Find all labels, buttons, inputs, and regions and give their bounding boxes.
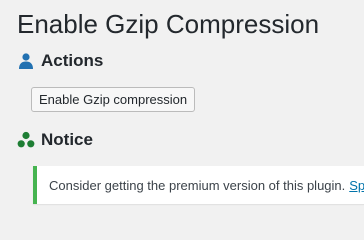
notice-heading: Notice — [17, 130, 93, 150]
notice-link[interactable]: Sp — [349, 178, 364, 193]
enable-gzip-button[interactable]: Enable Gzip compression — [31, 87, 196, 112]
notice-message: Consider getting the premium version of … — [49, 177, 346, 193]
actions-heading: Actions — [17, 51, 103, 71]
group-icon — [17, 131, 35, 149]
notice-heading-label: Notice — [41, 130, 93, 149]
actions-heading-label: Actions — [41, 51, 104, 70]
page-title: Enable Gzip Compression — [17, 9, 320, 39]
user-icon — [17, 52, 35, 70]
premium-notice: Consider getting the premium version of … — [33, 166, 364, 204]
